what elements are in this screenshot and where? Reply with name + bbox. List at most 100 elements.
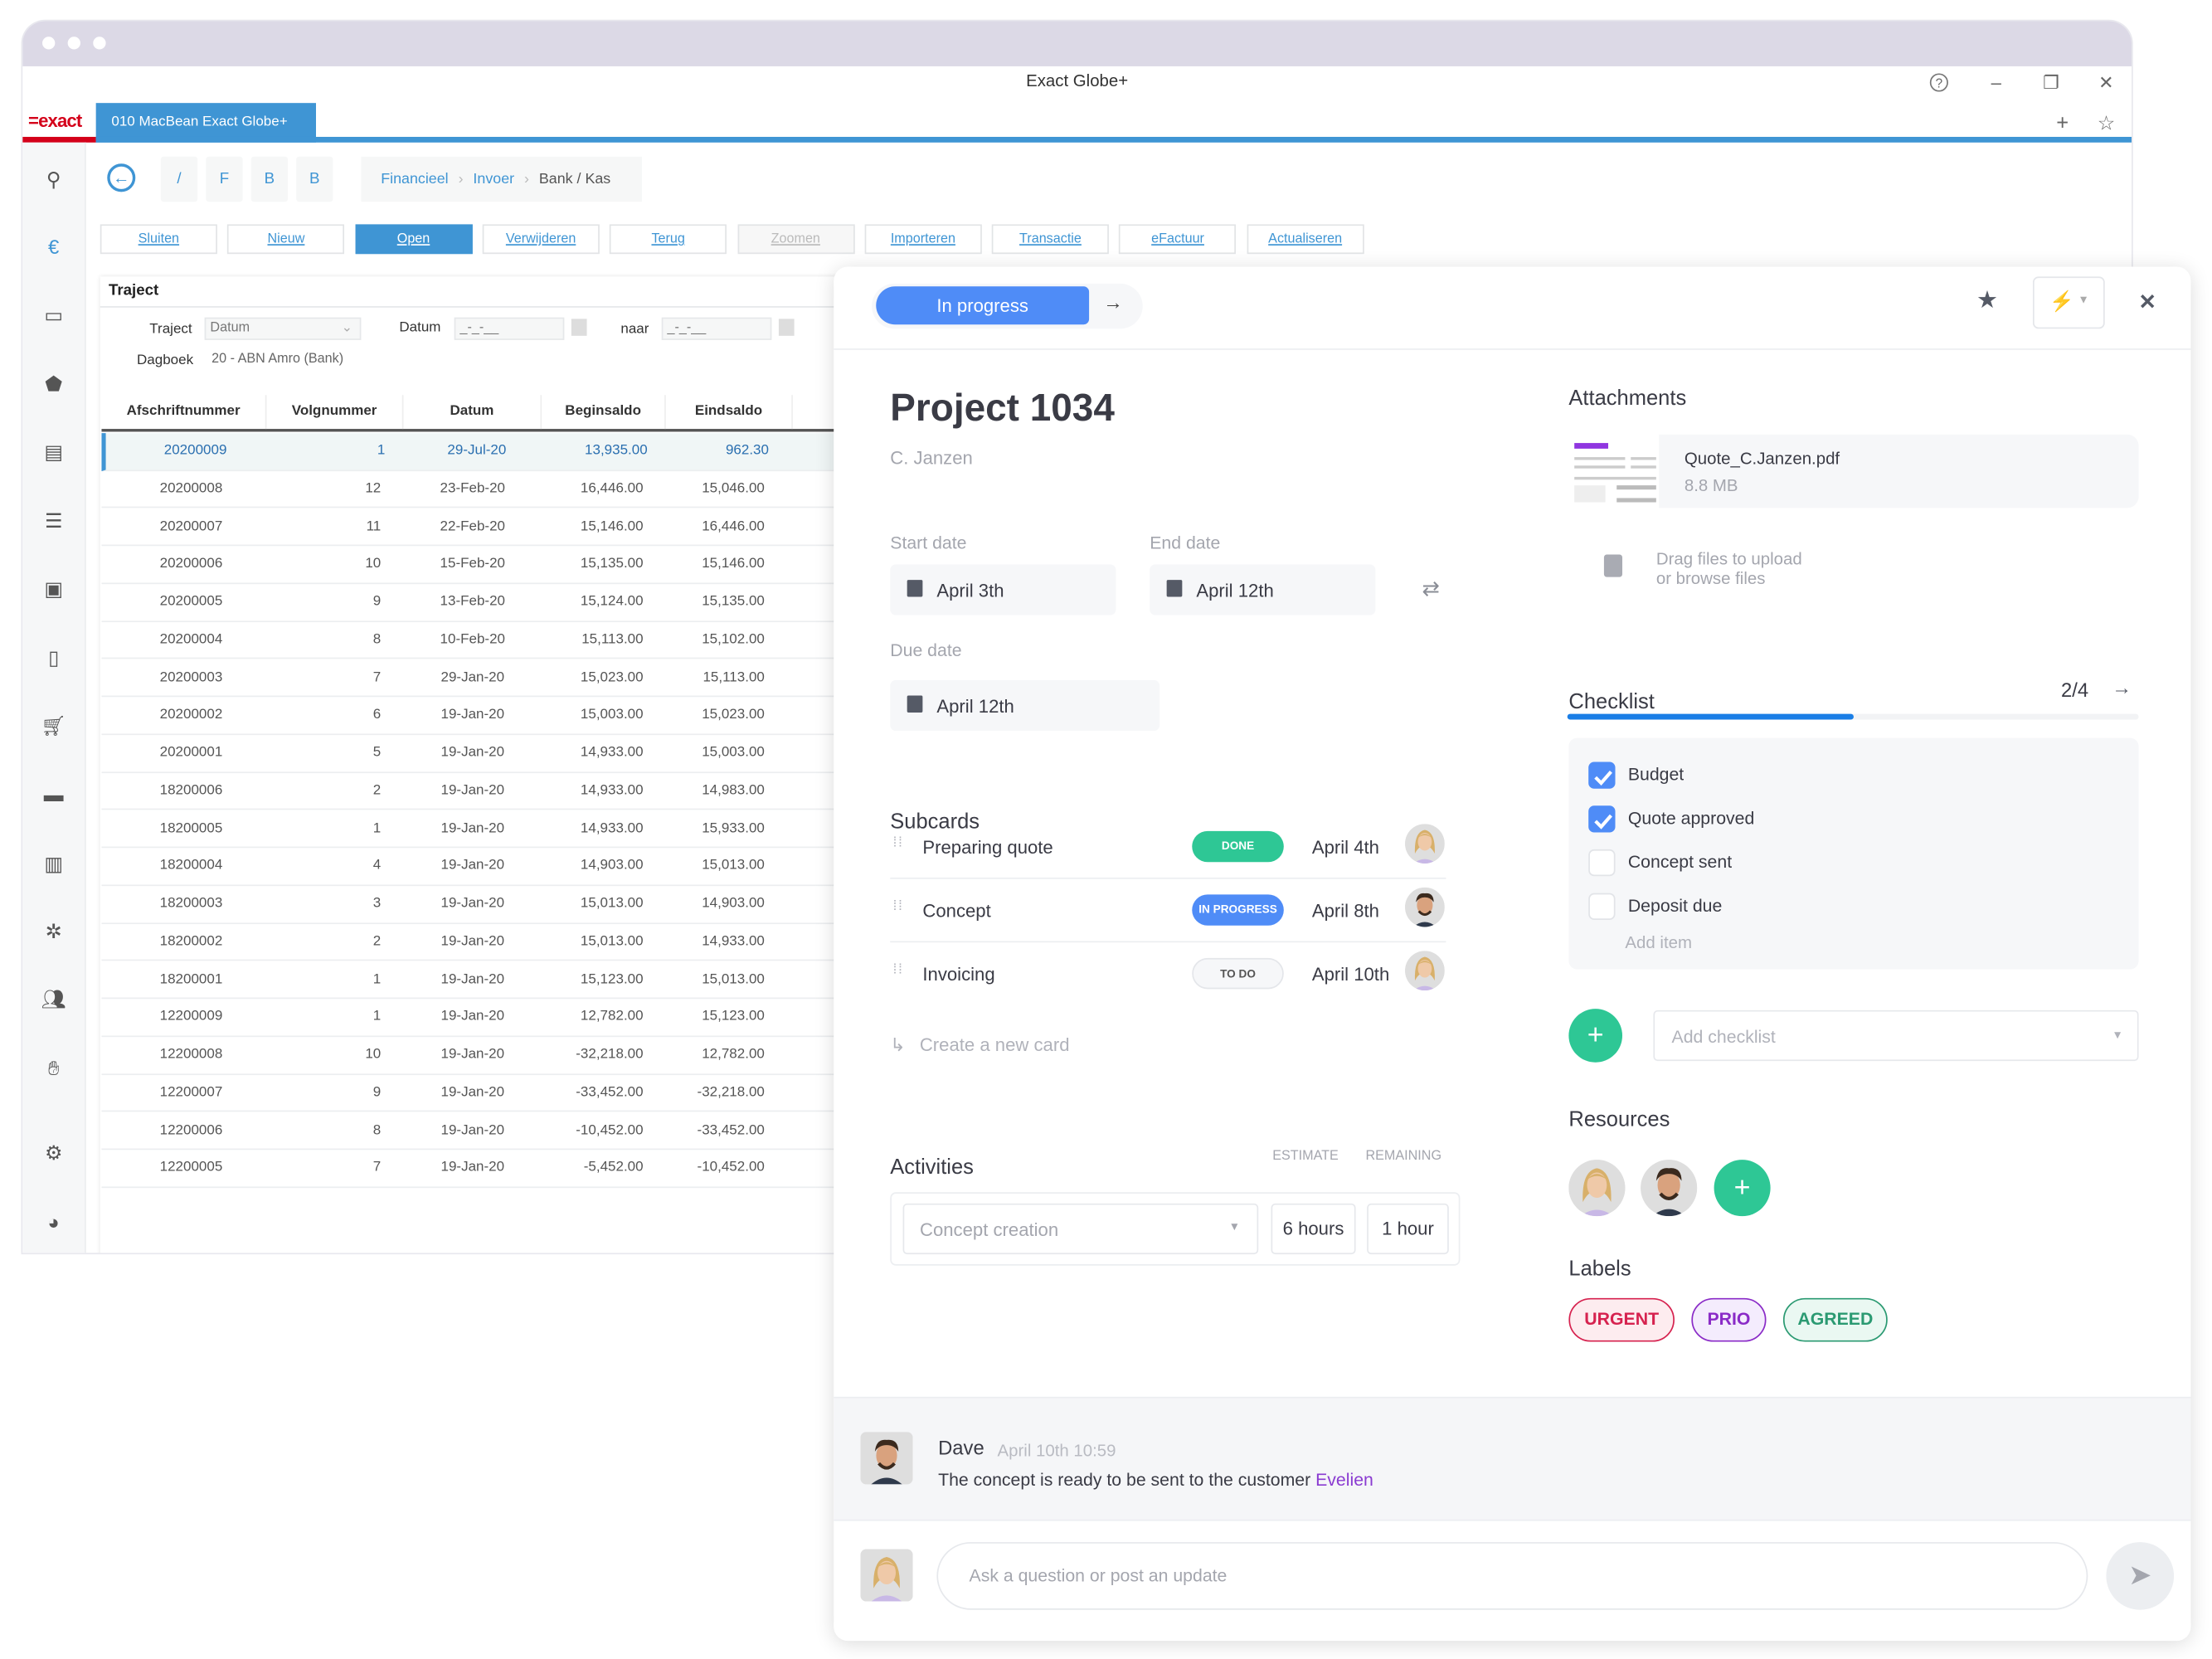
attachment-item[interactable]: Quote_C.Janzen.pdf 8.8 MB bbox=[1659, 434, 2139, 508]
assignee-avatar[interactable] bbox=[1405, 951, 1445, 991]
toolbar-button-efactuur[interactable]: eFactuur bbox=[1119, 224, 1237, 255]
table-row[interactable]: 18200005 1 19-Jan-20 14,933.00 15,933.00 bbox=[101, 810, 892, 849]
breadcrumb-financieel[interactable]: Financieel bbox=[381, 171, 448, 187]
factory-icon[interactable]: ▥ bbox=[40, 849, 68, 878]
toolbar-button-nieuw[interactable]: Nieuw bbox=[227, 224, 345, 255]
calendar-icon[interactable] bbox=[571, 319, 587, 336]
table-row[interactable]: 12200005 7 19-Jan-20 -5,452.00 -10,452.00 bbox=[101, 1151, 892, 1189]
monitor-icon[interactable]: ▭ bbox=[40, 300, 68, 328]
table-row[interactable]: 20200008 12 23-Feb-20 16,446.00 15,046.00 bbox=[101, 471, 892, 509]
table-row[interactable]: 20200002 6 19-Jan-20 15,003.00 15,023.00 bbox=[101, 698, 892, 736]
building-icon[interactable]: ▣ bbox=[40, 574, 68, 602]
euro-icon[interactable]: € bbox=[40, 233, 68, 261]
end-date-field[interactable]: April 12th bbox=[1150, 564, 1376, 615]
column-header[interactable]: Afschriftnummer bbox=[101, 395, 267, 430]
table-row[interactable]: 18200002 2 19-Jan-20 15,013.00 14,933.00 bbox=[101, 924, 892, 962]
pie-chart-icon[interactable]: ◕ bbox=[40, 1208, 68, 1236]
star-outline-icon[interactable]: ☆ bbox=[2095, 111, 2117, 135]
table-row[interactable]: 12200007 9 19-Jan-20 -33,452.00 -32,218.00 bbox=[101, 1075, 892, 1113]
add-checklist-select[interactable]: Add checklist ▼ bbox=[1653, 1010, 2139, 1062]
browse-files-link[interactable]: or browse files bbox=[1656, 568, 1802, 588]
resource-avatar-man[interactable] bbox=[1641, 1160, 1698, 1217]
quick-button[interactable]: / bbox=[160, 156, 198, 202]
table-row[interactable]: 20200004 8 10-Feb-20 15,113.00 15,102.00 bbox=[101, 622, 892, 660]
users-icon[interactable]: 👥︎ bbox=[40, 985, 68, 1013]
subcard-name[interactable]: Preparing quote bbox=[922, 837, 1053, 859]
help-icon[interactable]: ? bbox=[1929, 73, 1948, 92]
close-window-icon[interactable]: ✕ bbox=[2095, 72, 2117, 95]
calendar-icon[interactable] bbox=[778, 319, 795, 336]
table-row[interactable]: 20200006 10 15-Feb-20 15,135.00 15,146.00 bbox=[101, 547, 892, 585]
label-urgent[interactable]: URGENT bbox=[1568, 1297, 1675, 1342]
bug-icon[interactable]: ✲ bbox=[40, 917, 68, 946]
table-row[interactable]: 20200003 7 29-Jan-20 15,023.00 15,113.00 bbox=[101, 659, 892, 698]
subcard-status-badge[interactable]: TO DO bbox=[1192, 957, 1284, 990]
estimate-input[interactable]: 6 hours bbox=[1271, 1203, 1356, 1255]
subcard-name[interactable]: Concept bbox=[922, 900, 990, 922]
toolbar-button-terug[interactable]: Terug bbox=[610, 224, 727, 255]
subcard-status-badge[interactable]: DONE bbox=[1192, 830, 1284, 863]
back-icon[interactable]: ← bbox=[107, 163, 136, 192]
toolbar-button-actualiseren[interactable]: Actualiseren bbox=[1247, 224, 1364, 255]
quick-button[interactable]: F bbox=[206, 156, 243, 202]
window-dot[interactable] bbox=[67, 36, 80, 50]
upload-dropzone[interactable]: Drag files to upload or browse files bbox=[1656, 549, 1802, 589]
drag-handle-icon[interactable]: ⁞⁞ bbox=[893, 899, 905, 913]
quick-button[interactable]: B bbox=[250, 156, 288, 202]
toolbar-button-open[interactable]: Open bbox=[354, 224, 473, 255]
star-icon[interactable]: ★ bbox=[1976, 286, 1998, 314]
checkbox[interactable] bbox=[1588, 893, 1616, 920]
create-card-link[interactable]: ↳ Create a new card bbox=[890, 1034, 1069, 1057]
start-date-field[interactable]: April 3th bbox=[890, 564, 1116, 615]
swap-icon[interactable]: ⇄ bbox=[1422, 576, 1439, 601]
minimize-icon[interactable]: – bbox=[1985, 72, 2007, 94]
subcard-name[interactable]: Invoicing bbox=[922, 964, 994, 985]
toolbar-button-verwijderen[interactable]: Verwijderen bbox=[482, 224, 600, 255]
send-icon[interactable]: ➤ bbox=[2106, 1542, 2175, 1610]
quick-button[interactable]: B bbox=[296, 156, 333, 202]
column-header[interactable]: Eindsaldo bbox=[666, 395, 793, 430]
restore-icon[interactable]: ❐ bbox=[2039, 72, 2062, 95]
plus-icon[interactable]: + bbox=[2051, 111, 2073, 135]
checkbox[interactable] bbox=[1588, 761, 1616, 789]
drag-handle-icon[interactable]: ⁞⁞ bbox=[893, 836, 905, 850]
checkbox[interactable] bbox=[1588, 805, 1616, 833]
table-row[interactable]: 20200001 5 19-Jan-20 14,933.00 15,003.00 bbox=[101, 735, 892, 773]
column-header[interactable]: Beginsaldo bbox=[542, 395, 666, 430]
table-row[interactable]: 18200004 4 19-Jan-20 14,903.00 15,013.00 bbox=[101, 849, 892, 887]
table-row[interactable]: 20200009 1 29-Jul-20 13,935.00 962.30 bbox=[101, 433, 892, 471]
mention-link[interactable]: Evelien bbox=[1315, 1470, 1373, 1490]
label-agreed[interactable]: AGREED bbox=[1782, 1297, 1888, 1342]
toolbar-button-importeren[interactable]: Importeren bbox=[864, 224, 982, 255]
column-header[interactable]: Datum bbox=[403, 395, 542, 430]
cart-icon[interactable]: 🛒︎ bbox=[40, 711, 68, 739]
due-date-field[interactable]: April 12th bbox=[890, 679, 1160, 732]
ledger-icon[interactable]: ▤ bbox=[40, 437, 68, 465]
close-icon[interactable]: ✕ bbox=[2139, 289, 2156, 314]
wallet-icon[interactable]: ▬ bbox=[40, 781, 68, 809]
traject-select[interactable]: Datum ⌄ bbox=[204, 317, 362, 340]
checkbox[interactable] bbox=[1588, 849, 1616, 877]
phone-icon[interactable]: ▯ bbox=[40, 644, 68, 672]
table-row[interactable]: 18200003 3 19-Jan-20 15,013.00 14,903.00 bbox=[101, 886, 892, 924]
table-row[interactable]: 18200001 1 19-Jan-20 15,123.00 15,013.00 bbox=[101, 961, 892, 1000]
table-row[interactable]: 18200006 2 19-Jan-20 14,933.00 14,983.00 bbox=[101, 773, 892, 811]
resource-avatar-woman[interactable] bbox=[1568, 1160, 1626, 1217]
toolbar-button-transactie[interactable]: Transactie bbox=[991, 224, 1110, 255]
datum-to-input[interactable]: _-_-__ bbox=[661, 317, 772, 340]
reply-input[interactable]: Ask a question or post an update bbox=[936, 1542, 2088, 1610]
search-icon[interactable]: ⚲ bbox=[40, 165, 68, 193]
assignee-avatar[interactable] bbox=[1405, 887, 1445, 927]
column-header[interactable]: Volgnummer bbox=[266, 395, 404, 430]
box-icon[interactable]: ⬟ bbox=[40, 370, 68, 398]
assignee-avatar[interactable] bbox=[1405, 824, 1445, 864]
add-resource-button[interactable]: + bbox=[1714, 1160, 1771, 1217]
table-row[interactable]: 20200007 11 22-Feb-20 15,146.00 16,446.00 bbox=[101, 508, 892, 547]
table-row[interactable]: 12200006 8 19-Jan-20 -10,452.00 -33,452.00 bbox=[101, 1112, 892, 1151]
drag-handle-icon[interactable]: ⁞⁞ bbox=[893, 963, 905, 977]
checklist-arrow-icon[interactable]: → bbox=[2112, 676, 2132, 698]
actions-dropdown[interactable]: ⚡ ▼ bbox=[2032, 276, 2105, 329]
datum-from-input[interactable]: _-_-__ bbox=[454, 317, 565, 340]
window-dot[interactable] bbox=[93, 36, 106, 50]
list-icon[interactable]: ☰ bbox=[40, 507, 68, 535]
